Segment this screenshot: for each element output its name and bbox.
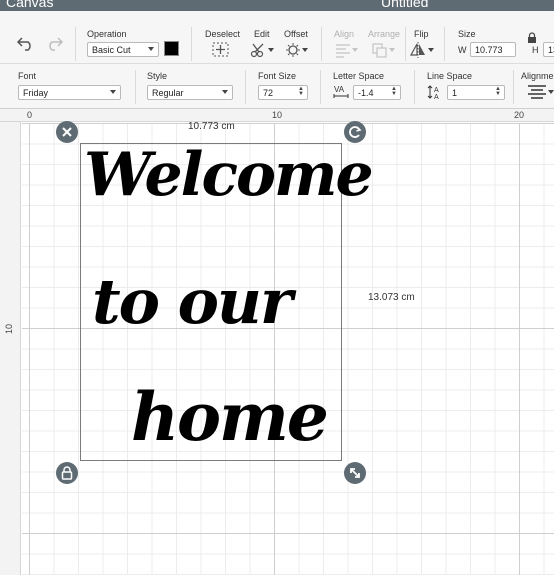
horizontal-ruler: 0 10 20 [0,109,554,122]
rotate-handle[interactable] [344,121,366,143]
lock-handle[interactable] [56,462,78,484]
arrange-icon [372,43,395,58]
separator [135,70,136,104]
font-size-value: 72 [263,88,274,98]
separator [321,27,322,61]
separator [513,70,514,104]
letter-space-icon: VA [333,85,349,98]
resize-diagonal-icon [350,468,360,478]
svg-text:A: A [434,94,439,100]
deselect-icon[interactable] [212,42,230,58]
text-line-to-our[interactable]: to our [92,265,293,338]
text-line-welcome[interactable]: Welcome [84,140,374,210]
text-line-home[interactable]: home [131,378,329,456]
offset-icon[interactable] [285,42,309,58]
size-label: Size [458,29,476,39]
scissors-icon[interactable] [250,42,276,58]
height-label: H [532,45,539,55]
ruler-mark: 20 [514,110,525,120]
flip-icon[interactable] [409,42,435,58]
stepper-icon[interactable]: ▲ ▼ [495,86,501,97]
lock-icon [61,466,73,480]
operation-label: Operation [87,29,127,39]
width-value: 10.773 [475,45,503,55]
offset-label: Offset [284,29,308,39]
ruler-mark: 10 [4,323,14,334]
color-swatch[interactable] [164,41,179,56]
align-icon [336,44,358,58]
arrange-label: Arrange [368,29,401,39]
close-icon [62,127,72,137]
separator [414,70,415,104]
undo-arrow-icon[interactable] [16,35,36,51]
chevron-down-icon [110,90,116,94]
align-label: Align [334,29,355,39]
separator [75,27,76,61]
lock-icon[interactable] [527,32,537,44]
letter-space-input[interactable]: -1.4 ▲ ▼ [353,85,401,100]
stepper-icon[interactable]: ▲ ▼ [298,86,304,97]
chevron-down-icon [148,47,154,51]
ruler-mark: 0 [27,110,33,120]
height-dimension: 13.073 cm [368,292,415,303]
chevron-down-icon [222,90,228,94]
document-title: Untitled [381,0,429,10]
deselect-label: Deselect [205,29,241,39]
svg-text:A: A [434,87,439,94]
font-label: Font [18,71,37,81]
style-select[interactable]: Regular [147,85,233,100]
vertical-ruler: 10 [0,122,21,575]
redo-arrow-icon[interactable] [44,35,64,51]
flip-label: Flip [414,29,429,39]
separator [320,70,321,104]
width-dimension: 10.773 cm [188,121,235,132]
resize-handle[interactable] [344,462,366,484]
line-space-input[interactable]: 1 ▲ ▼ [447,85,505,100]
rotate-icon [349,126,362,138]
line-space-icon: A A [427,85,439,100]
letter-space-value: -1.4 [358,88,374,98]
width-input[interactable]: 10.773 [470,42,516,57]
font-select[interactable]: Friday [18,85,121,100]
separator [444,27,445,61]
letter-space-label: Letter Space [333,71,385,81]
font-size-label: Font Size [258,71,297,81]
operation-value: Basic Cut [92,45,131,55]
style-value: Regular [152,88,184,98]
edit-label: Edit [254,29,270,39]
edit-toolbar: Operation Basic Cut Deselect Edit Offset… [0,11,554,64]
height-input[interactable]: 13 [543,42,554,57]
ruler-mark: 10 [272,110,283,120]
line-space-label: Line Space [427,71,473,81]
text-toolbar: Font Friday Style Regular Font Size 72 ▲… [0,64,554,109]
font-size-input[interactable]: 72 ▲ ▼ [258,85,308,100]
font-value: Friday [23,88,49,98]
canvas-label: Canvas [6,0,54,10]
operation-select[interactable]: Basic Cut [87,42,159,57]
height-value: 13 [548,45,554,55]
width-label: W [458,45,467,55]
title-bar: Canvas Untitled [0,0,554,11]
style-label: Style [147,71,168,81]
svg-text:VA: VA [334,85,345,94]
align-center-icon[interactable] [527,84,554,100]
stepper-icon[interactable]: ▲ ▼ [391,86,397,97]
separator [191,27,192,61]
alignment-label: Alignment [521,71,554,81]
line-space-value: 1 [452,88,458,98]
separator [245,70,246,104]
delete-handle[interactable] [56,121,78,143]
separator [405,27,406,61]
